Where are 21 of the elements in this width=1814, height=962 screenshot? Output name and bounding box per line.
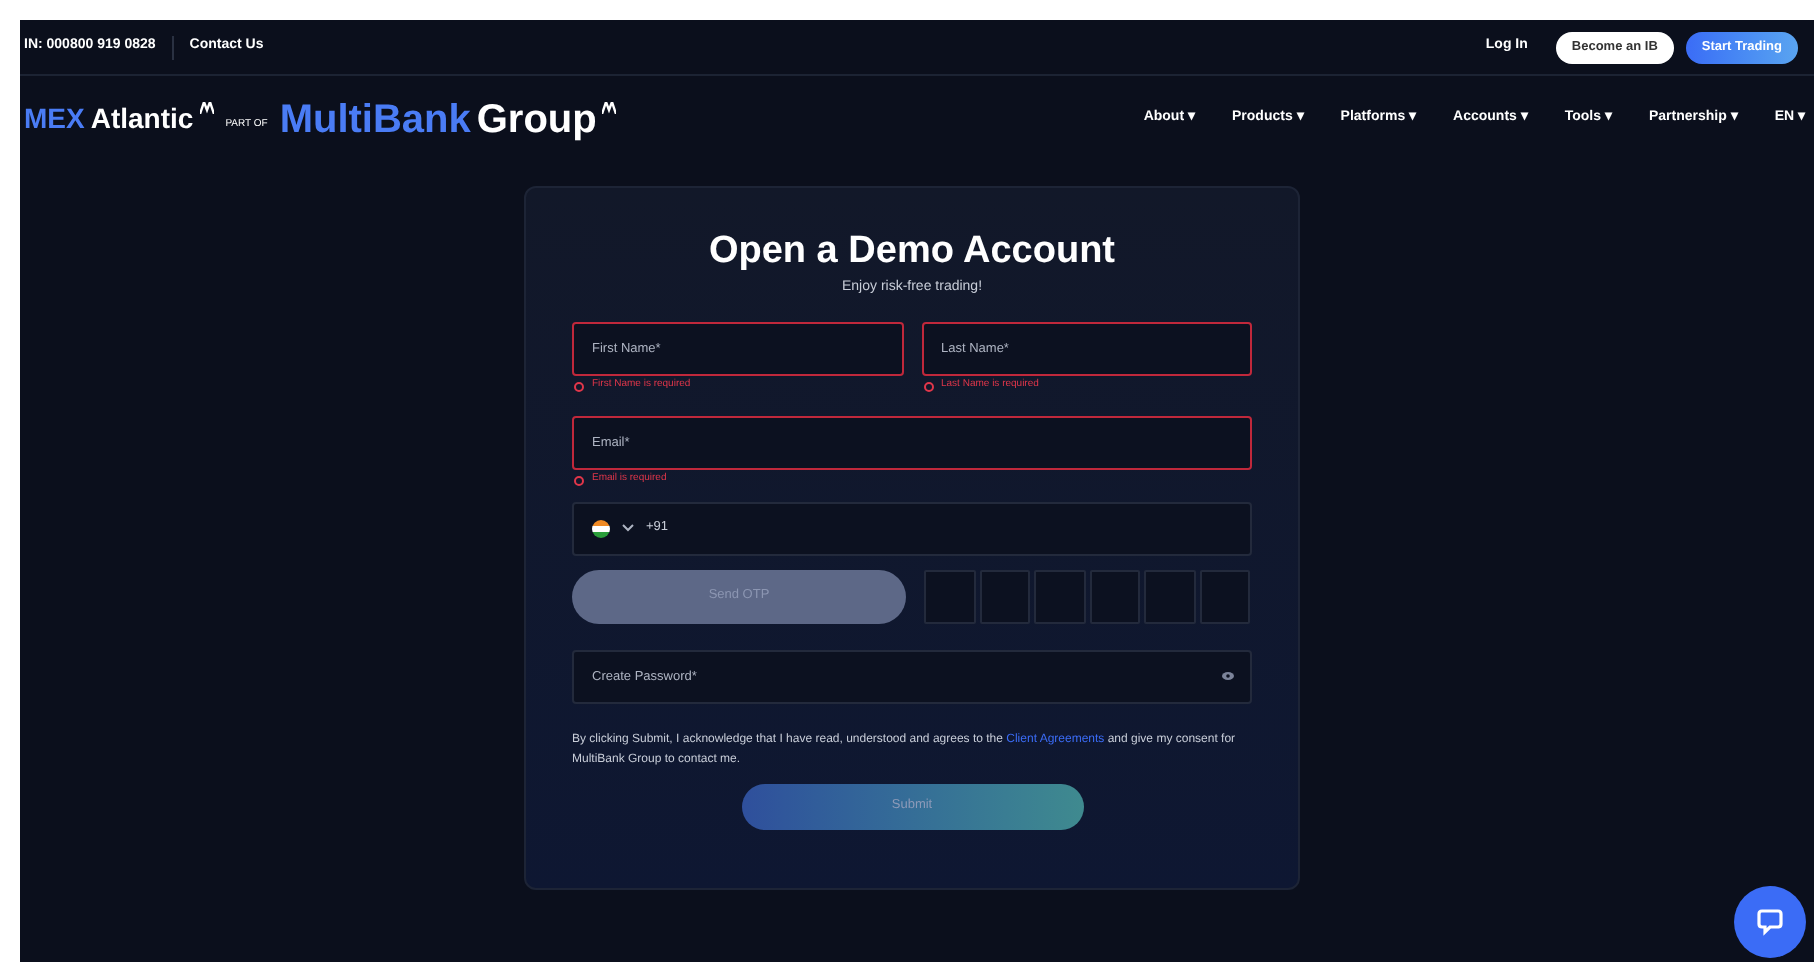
chat-button[interactable] (1734, 886, 1806, 958)
chevron-down-icon[interactable] (622, 524, 634, 532)
otp-digit-field[interactable] (1034, 569, 1085, 623)
otp-digit-field[interactable] (1144, 569, 1195, 623)
logo-text: MEX (24, 99, 85, 137)
error-icon (574, 475, 584, 485)
logo-mark-icon (199, 101, 214, 113)
error-icon (574, 381, 584, 391)
logo-text: Group (476, 99, 597, 139)
form-title: Open a Demo Account (706, 232, 1118, 270)
otp-digit-field[interactable] (979, 569, 1030, 623)
logo-text: Atlantic (90, 99, 194, 137)
eye-icon[interactable] (1222, 672, 1234, 680)
otp-digit-field[interactable] (924, 569, 975, 623)
otp-digit-field[interactable] (1089, 569, 1140, 623)
logo-mark-icon (602, 101, 617, 113)
error-icon (923, 381, 933, 391)
otp-digit-field[interactable] (1199, 569, 1250, 623)
flag-icon (592, 519, 610, 537)
chat-bubble-icon (1756, 908, 1784, 936)
logo-text: MultiBank (279, 99, 471, 139)
